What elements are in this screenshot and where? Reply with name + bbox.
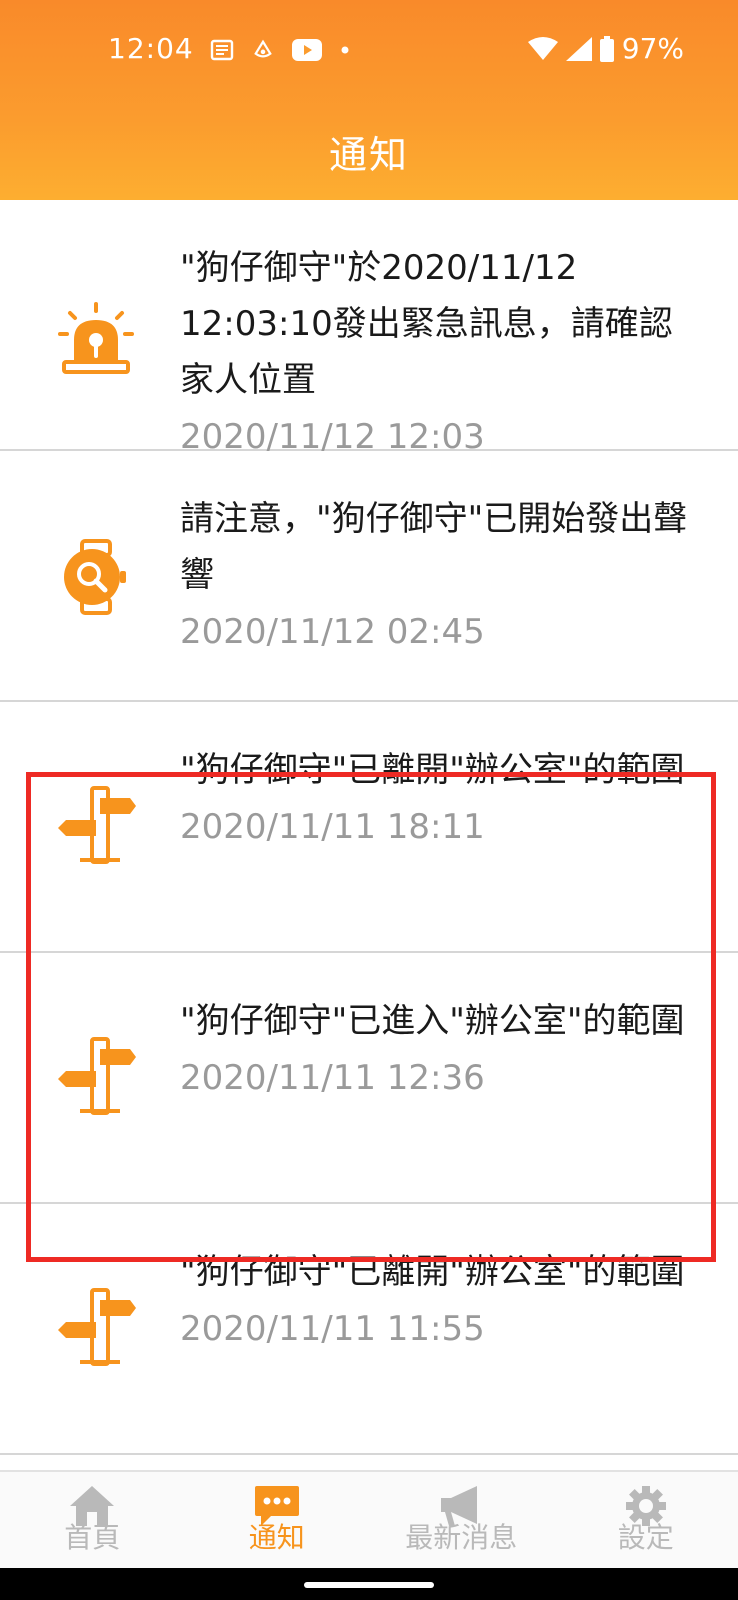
signal-icon	[565, 36, 592, 61]
youtube-icon	[292, 39, 322, 61]
notification-item[interactable]: "狗仔御守"已離開"辦公室"的範圍 2020/11/11 18:11	[0, 702, 738, 953]
page-title: 通知	[328, 133, 409, 177]
notification-message: "狗仔御守"於2020/11/12 12:03:10發出緊急訊息，請確認家人位置	[180, 248, 673, 400]
signpost-icon	[58, 786, 136, 864]
notification-message: 請注意，"狗仔御守"已開始發出聲響	[180, 499, 688, 595]
nav-label: 最新消息	[405, 1521, 518, 1554]
app-header: 12:04 97% 通知	[0, 0, 738, 200]
alarm-siren-icon	[58, 302, 134, 374]
app-icon	[254, 39, 272, 58]
notification-item[interactable]: "狗仔御守"於2020/11/12 12:03:10發出緊急訊息，請確認家人位置…	[0, 200, 738, 457]
notification-time: 2020/11/11 12:36	[180, 1058, 485, 1098]
notification-time: 2020/11/12 02:45	[180, 612, 485, 652]
nav-item-news[interactable]: 最新消息	[369, 1472, 554, 1568]
system-nav-bar	[0, 1568, 738, 1600]
signpost-icon	[58, 1037, 136, 1115]
dot-icon	[341, 46, 349, 54]
nav-item-home[interactable]: 首頁	[0, 1472, 185, 1568]
battery-percent: 97%	[621, 32, 684, 65]
watch-search-icon	[64, 539, 126, 615]
status-icons-right: 97%	[527, 32, 684, 65]
nav-label: 設定	[617, 1521, 674, 1554]
notification-item[interactable]: "狗仔御守"已離開"辦公室"的範圍 2020/11/11 11:55	[0, 1204, 738, 1455]
battery-icon	[599, 35, 614, 62]
notification-message: "狗仔御守"已離開"辦公室"的範圍	[180, 1252, 685, 1292]
notification-list[interactable]: "狗仔御守"於2020/11/12 12:03:10發出緊急訊息，請確認家人位置…	[0, 200, 738, 1470]
notification-time: 2020/11/11 18:11	[180, 807, 485, 847]
status-time: 12:04	[108, 32, 194, 65]
notification-message: "狗仔御守"已進入"辦公室"的範圍	[180, 1001, 685, 1041]
news-icon	[210, 39, 234, 61]
nav-item-notifications[interactable]: 通知	[185, 1472, 370, 1568]
nav-label: 通知	[248, 1521, 305, 1554]
wifi-icon	[527, 36, 558, 60]
notification-item[interactable]: "狗仔御守"已進入"辦公室"的範圍 2020/11/11 12:36	[0, 953, 738, 1204]
notification-message: "狗仔御守"已離開"辦公室"的範圍	[180, 750, 685, 790]
notification-time: 2020/11/11 11:55	[180, 1309, 485, 1349]
status-icons-left	[210, 38, 350, 62]
home-gesture-pill[interactable]	[304, 1582, 434, 1588]
bottom-nav: 首頁 通知 最新消息 設定	[0, 1470, 738, 1568]
nav-label: 首頁	[64, 1521, 121, 1554]
notification-item[interactable]: 請注意，"狗仔御守"已開始發出聲響 2020/11/12 02:45	[0, 451, 738, 702]
nav-item-settings[interactable]: 設定	[554, 1472, 738, 1568]
status-bar: 12:04 97%	[0, 0, 738, 104]
signpost-icon	[58, 1288, 136, 1366]
